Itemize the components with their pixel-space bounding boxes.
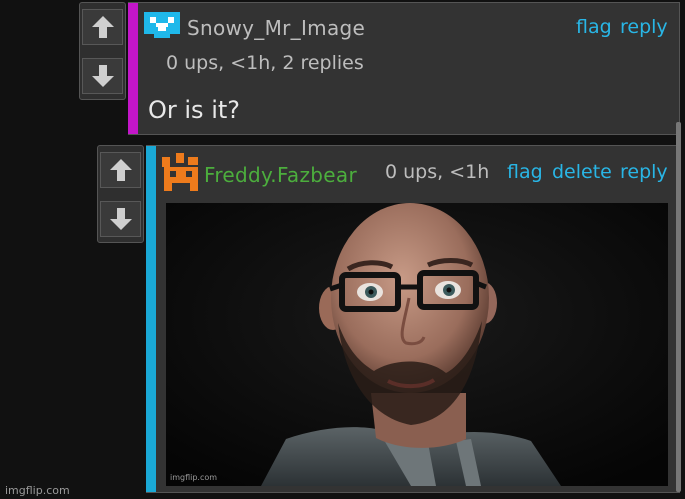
arrow-down-icon: [91, 65, 114, 87]
comment-image[interactable]: imgflip.com: [166, 203, 668, 486]
reply-link[interactable]: reply: [620, 16, 668, 38]
vote-box-2: [97, 145, 144, 243]
image-watermark: imgflip.com: [170, 473, 218, 482]
comment-meta: 0 ups, <1h, 2 replies: [166, 52, 364, 74]
comment-meta: 0 ups, <1h: [385, 161, 490, 183]
pixel-face-icon: [144, 12, 180, 38]
comment-stripe: [128, 3, 138, 134]
upvote-button[interactable]: [100, 152, 141, 188]
pixel-creature-icon: [162, 153, 198, 191]
username[interactable]: Freddy.Fazbear: [204, 163, 357, 187]
page-watermark: imgflip.com: [5, 484, 70, 497]
arrow-up-icon: [91, 16, 114, 38]
comment-stripe: [146, 146, 156, 492]
arrow-up-icon: [109, 159, 132, 181]
scrollbar[interactable]: [676, 122, 681, 492]
flag-link[interactable]: flag: [507, 161, 543, 183]
comment-1: Snowy_Mr_Image flag reply 0 ups, <1h, 2 …: [128, 2, 680, 135]
reply-link[interactable]: reply: [620, 161, 668, 183]
arrow-down-icon: [109, 208, 132, 230]
comment-text: Or is it?: [148, 96, 241, 124]
upvote-button[interactable]: [82, 9, 123, 45]
comment-2: Freddy.Fazbear 0 ups, <1h flag delete re…: [146, 145, 680, 493]
vote-box-1: [79, 2, 126, 100]
downvote-button[interactable]: [100, 201, 141, 237]
flag-link[interactable]: flag: [576, 16, 612, 38]
delete-link[interactable]: delete: [552, 161, 612, 183]
downvote-button[interactable]: [82, 58, 123, 94]
username[interactable]: Snowy_Mr_Image: [187, 16, 365, 40]
photo-of-man: [166, 203, 668, 486]
